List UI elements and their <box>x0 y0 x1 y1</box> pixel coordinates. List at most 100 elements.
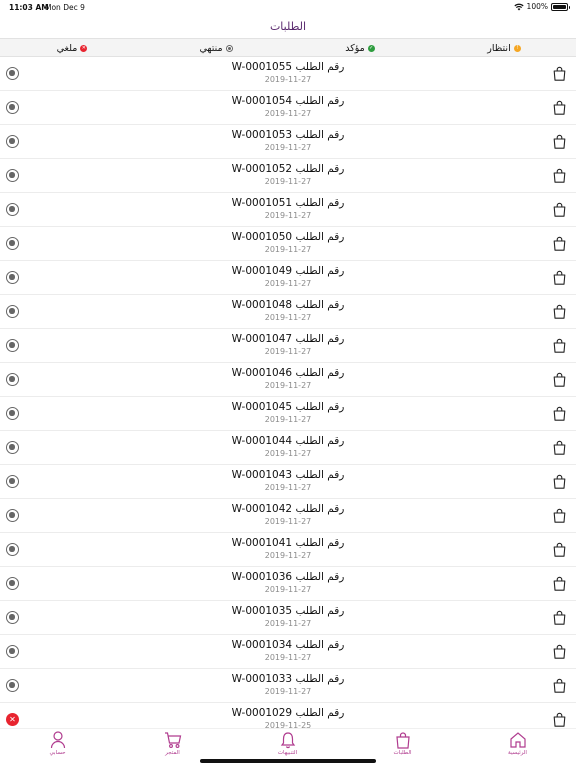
order-row[interactable]: رقم الطلب W-0001042 2019-11-27 <box>0 499 576 533</box>
order-row[interactable]: رقم الطلب W-0001034 2019-11-27 <box>0 635 576 669</box>
tab-store-label: المتجر <box>165 750 180 756</box>
order-number: رقم الطلب W-0001052 <box>231 163 345 175</box>
order-text: رقم الطلب W-0001041 2019-11-27 <box>140 536 436 561</box>
radio-status-icon[interactable] <box>6 577 19 590</box>
filter-pending-label: انتظار <box>487 42 511 54</box>
filter-pending[interactable]: ! انتظار <box>432 39 576 57</box>
shopping-bag-icon <box>553 406 566 421</box>
radio-status-icon[interactable] <box>6 611 19 624</box>
order-row[interactable]: رقم الطلب W-0001053 2019-11-27 <box>0 125 576 159</box>
order-row[interactable]: رقم الطلب W-0001041 2019-11-27 <box>0 533 576 567</box>
order-text: رقم الطلب W-0001053 2019-11-27 <box>140 128 436 153</box>
order-number: رقم الطلب W-0001043 <box>231 469 345 481</box>
filter-canceled-label: ملغي <box>56 42 78 54</box>
order-row[interactable]: رقم الطلب W-0001049 2019-11-27 <box>0 261 576 295</box>
radio-status-icon[interactable] <box>6 509 19 522</box>
pending-dot-icon: ! <box>513 44 521 52</box>
order-row[interactable]: رقم الطلب W-0001055 2019-11-27 <box>0 57 576 91</box>
radio-status-icon[interactable] <box>6 237 19 250</box>
radio-status-icon[interactable] <box>6 305 19 318</box>
orders-list[interactable]: رقم الطلب W-0001055 2019-11-27 رقم الطلب W… <box>0 57 576 728</box>
radio-status-icon[interactable] <box>6 373 19 386</box>
order-number: رقم الطلب W-0001041 <box>231 537 345 549</box>
order-text: رقم الطلب W-0001029 2019-11-25 <box>140 706 436 728</box>
filter-confirmed-label: مؤكد <box>345 42 365 54</box>
radio-status-icon[interactable] <box>6 203 19 216</box>
order-number: رقم الطلب W-0001045 <box>231 401 345 413</box>
tab-home[interactable]: الرئيسية <box>460 731 575 761</box>
shopping-bag-icon <box>553 610 566 625</box>
battery-percent: 100% <box>526 2 548 11</box>
radio-status-icon[interactable] <box>6 169 19 182</box>
bag-icon <box>395 732 410 749</box>
order-text: رقم الطلب W-0001043 2019-11-27 <box>140 468 436 493</box>
radio-status-icon[interactable] <box>6 135 19 148</box>
shopping-bag-icon <box>553 644 566 659</box>
canceled-x-icon: ✕ <box>80 44 88 52</box>
order-text: رقم الطلب W-0001047 2019-11-27 <box>140 332 436 357</box>
radio-status-icon[interactable] <box>6 543 19 556</box>
order-row[interactable]: رقم الطلب W-0001047 2019-11-27 <box>0 329 576 363</box>
order-number: رقم الطلب W-0001051 <box>231 197 345 209</box>
shopping-bag-icon <box>553 576 566 591</box>
radio-status-icon[interactable] <box>6 645 19 658</box>
order-row[interactable]: رقم الطلب W-0001050 2019-11-27 <box>0 227 576 261</box>
order-row[interactable]: رقم الطلب W-0001043 2019-11-27 <box>0 465 576 499</box>
order-number: رقم الطلب W-0001053 <box>231 129 345 141</box>
filter-canceled[interactable]: ✕ ملغي <box>0 39 144 57</box>
order-row[interactable]: رقم الطلب W-0001054 2019-11-27 <box>0 91 576 125</box>
radio-status-icon[interactable] <box>6 339 19 352</box>
order-row[interactable]: رقم الطلب W-0001045 2019-11-27 <box>0 397 576 431</box>
shopping-bag-icon <box>553 338 566 353</box>
tab-orders[interactable]: الطلبات <box>345 731 460 761</box>
order-row[interactable]: رقم الطلب W-0001046 2019-11-27 <box>0 363 576 397</box>
radio-status-icon[interactable] <box>6 475 19 488</box>
filter-confirmed[interactable]: ✓ مؤكد <box>288 39 432 57</box>
order-number: رقم الطلب W-0001054 <box>231 95 345 107</box>
radio-status-icon[interactable] <box>6 67 19 80</box>
shopping-bag-icon <box>553 270 566 285</box>
tab-notifications[interactable]: التنبيهات <box>230 731 345 761</box>
radio-status-icon[interactable] <box>6 407 19 420</box>
status-date: Mon Dec 9 <box>45 3 85 12</box>
order-number: رقم الطلب W-0001034 <box>231 639 345 651</box>
order-text: رقم الطلب W-0001046 2019-11-27 <box>140 366 436 391</box>
order-text: رقم الطلب W-0001034 2019-11-27 <box>140 638 436 663</box>
order-text: رقم الطلب W-0001055 2019-11-27 <box>140 60 436 85</box>
order-date: 2019-11-27 <box>264 517 312 526</box>
order-text: رقم الطلب W-0001050 2019-11-27 <box>140 230 436 255</box>
order-row[interactable]: رقم الطلب W-0001052 2019-11-27 <box>0 159 576 193</box>
tab-profile[interactable]: حسابي <box>0 731 115 761</box>
battery-icon <box>551 2 570 11</box>
order-date: 2019-11-27 <box>264 75 312 84</box>
order-text: رقم الطلب W-0001035 2019-11-27 <box>140 604 436 629</box>
shopping-bag-icon <box>553 678 566 693</box>
shopping-bag-icon <box>553 474 566 489</box>
order-row[interactable]: رقم الطلب W-0001035 2019-11-27 <box>0 601 576 635</box>
order-number: رقم الطلب W-0001035 <box>231 605 345 617</box>
radio-status-icon[interactable] <box>6 441 19 454</box>
order-row[interactable]: رقم الطلب W-0001048 2019-11-27 <box>0 295 576 329</box>
shopping-bag-icon <box>553 372 566 387</box>
order-number: رقم الطلب W-0001047 <box>231 333 345 345</box>
tab-store[interactable]: المتجر <box>115 731 230 761</box>
cart-icon <box>164 732 181 748</box>
order-row[interactable]: رقم الطلب W-0001051 2019-11-27 <box>0 193 576 227</box>
order-date: 2019-11-25 <box>264 721 312 728</box>
profile-icon <box>50 731 65 749</box>
order-row[interactable]: ✕ رقم الطلب W-0001029 2019-11-25 <box>0 703 576 728</box>
status-time: 11:03 AM <box>9 3 49 12</box>
shopping-bag-icon <box>553 236 566 251</box>
radio-status-icon[interactable] <box>6 101 19 114</box>
order-date: 2019-11-27 <box>264 177 312 186</box>
order-row[interactable]: رقم الطلب W-0001044 2019-11-27 <box>0 431 576 465</box>
radio-status-icon[interactable] <box>6 679 19 692</box>
filter-done[interactable]: منتهي <box>144 39 288 57</box>
radio-status-icon[interactable] <box>6 271 19 284</box>
wifi-icon <box>513 3 524 10</box>
order-number: رقم الطلب W-0001046 <box>231 367 345 379</box>
canceled-status-icon[interactable]: ✕ <box>6 713 19 726</box>
order-row[interactable]: رقم الطلب W-0001033 2019-11-27 <box>0 669 576 703</box>
order-row[interactable]: رقم الطلب W-0001036 2019-11-27 <box>0 567 576 601</box>
order-text: رقم الطلب W-0001054 2019-11-27 <box>140 94 436 119</box>
